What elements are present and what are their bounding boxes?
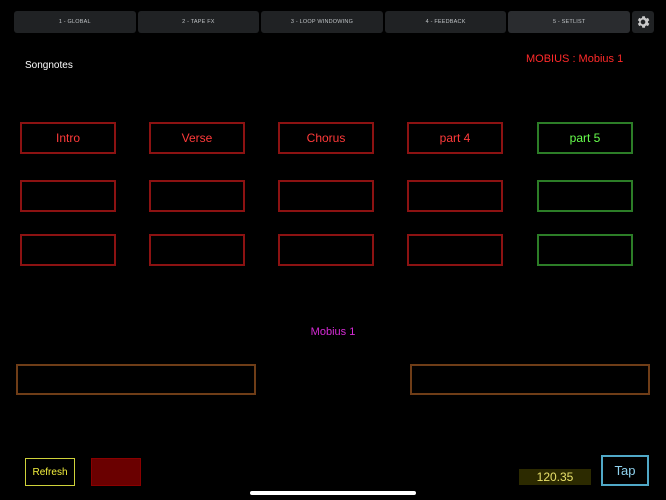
pad-row3-2[interactable] xyxy=(149,234,245,266)
tab-bar: 1 - GLOBAL 2 - TAPE FX 3 - LOOP WINDOWIN… xyxy=(14,11,630,33)
track-label: Mobius 1 xyxy=(310,326,356,338)
gear-icon xyxy=(637,16,650,28)
pad-row3-1[interactable] xyxy=(20,234,116,266)
status-label: MOBIUS : Mobius 1 xyxy=(526,53,624,65)
bpm-display: 120.35 xyxy=(519,469,591,485)
pad-row2-2[interactable] xyxy=(149,180,245,212)
tab-global[interactable]: 1 - GLOBAL xyxy=(14,11,136,33)
pad-row2-1[interactable] xyxy=(20,180,116,212)
settings-button[interactable] xyxy=(632,11,654,33)
refresh-button[interactable]: Refresh xyxy=(25,458,75,486)
pad-intro[interactable]: Intro xyxy=(20,122,116,154)
pad-row2-5[interactable] xyxy=(537,180,633,212)
right-slot[interactable] xyxy=(410,364,650,395)
tab-feedback[interactable]: 4 - FEEDBACK xyxy=(384,11,507,33)
tab-setlist[interactable]: 5 - SETLIST xyxy=(508,11,630,33)
pad-row2-4[interactable] xyxy=(407,180,503,212)
tab-loop-windowing[interactable]: 3 - LOOP WINDOWING xyxy=(261,11,383,33)
pad-part-5[interactable]: part 5 xyxy=(537,122,633,154)
pad-row3-5[interactable] xyxy=(537,234,633,266)
tap-button[interactable]: Tap xyxy=(601,455,649,486)
tab-tape-fx[interactable]: 2 - TAPE FX xyxy=(137,11,260,33)
pad-row2-3[interactable] xyxy=(278,180,374,212)
pad-row3-4[interactable] xyxy=(407,234,503,266)
pad-part-4[interactable]: part 4 xyxy=(407,122,503,154)
home-indicator[interactable] xyxy=(250,491,416,495)
pad-verse[interactable]: Verse xyxy=(149,122,245,154)
record-button[interactable] xyxy=(91,458,141,486)
left-slot[interactable] xyxy=(16,364,256,395)
page-title: Songnotes xyxy=(25,60,73,71)
pad-chorus[interactable]: Chorus xyxy=(278,122,374,154)
pad-row3-3[interactable] xyxy=(278,234,374,266)
